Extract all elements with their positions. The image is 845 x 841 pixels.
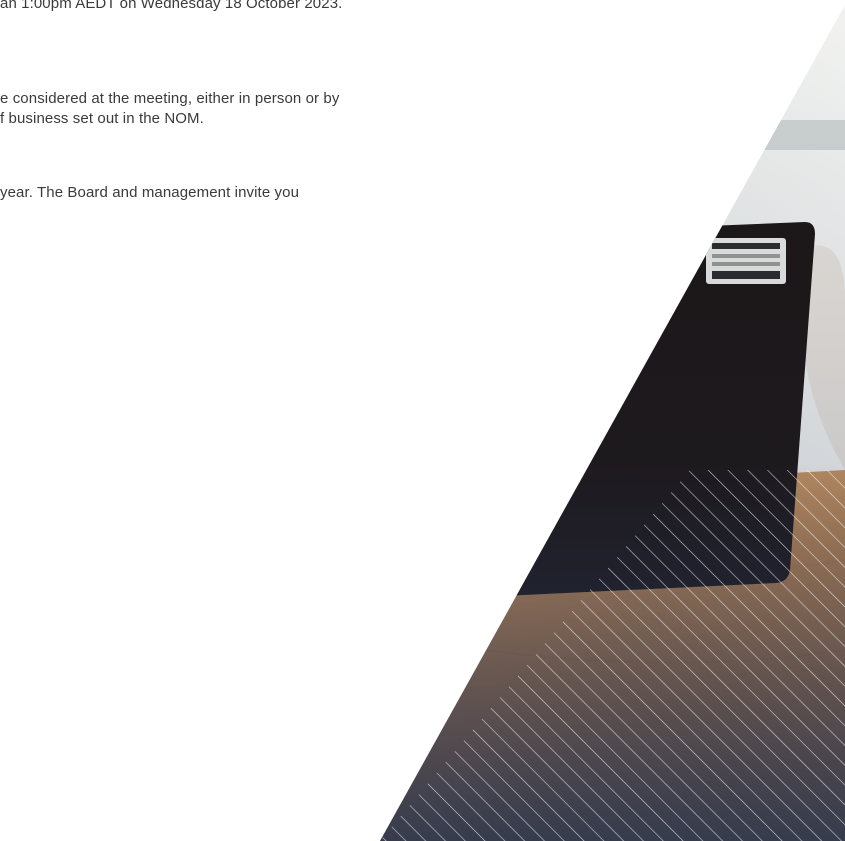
decorative-photo-panel [0,0,845,841]
windows-logo-icon [498,388,548,434]
photo-laptop-on-table [380,5,845,841]
page: an 1:00pm AEDT on Wednesday 18 October 2… [0,0,845,841]
